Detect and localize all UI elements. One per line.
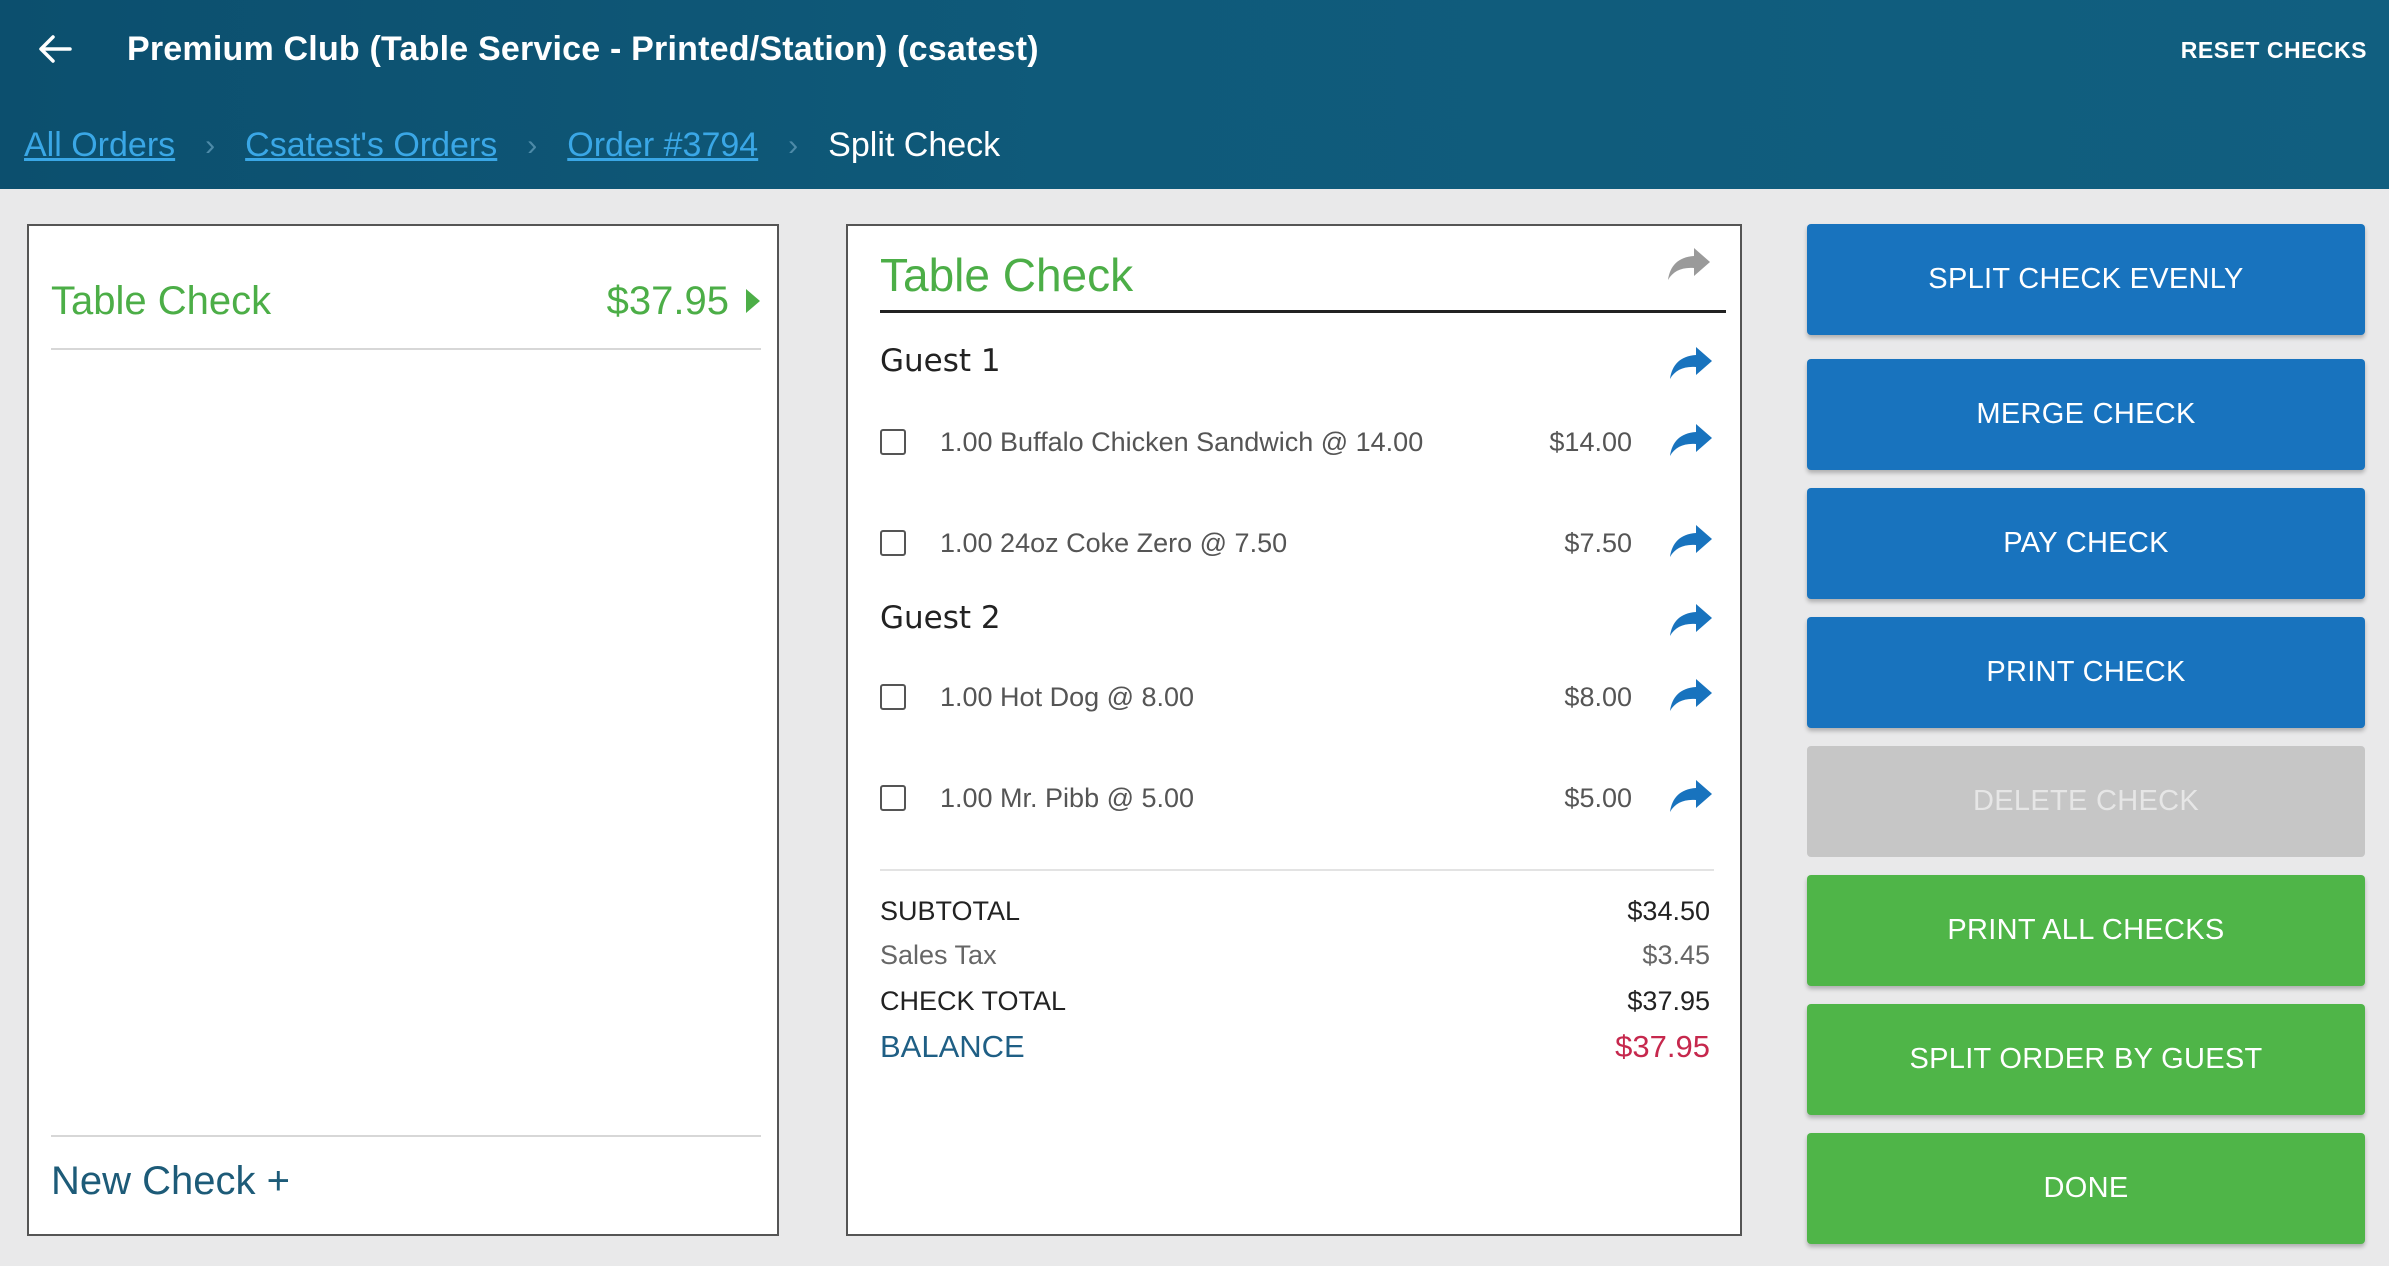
share-arrow-icon — [1670, 524, 1712, 557]
share-arrow-icon — [1670, 604, 1712, 636]
check-amount: $37.95 — [606, 278, 729, 323]
split-check-evenly-button[interactable]: SPLIT CHECK EVENLY — [1807, 224, 2365, 335]
breadcrumb-user-orders[interactable]: Csatest's Orders — [245, 126, 497, 165]
list-item: 1.00 Hot Dog @ 8.00 $8.00 — [880, 673, 1714, 721]
arrow-left-icon — [39, 35, 72, 63]
back-button[interactable] — [30, 24, 80, 74]
balance-label: BALANCE — [880, 1029, 1025, 1064]
guest-label: Guest 1 — [880, 343, 1001, 379]
item-price: $5.00 — [1564, 782, 1632, 813]
subtotal-label: SUBTOTAL — [880, 896, 1021, 926]
merge-check-button[interactable]: MERGE CHECK — [1807, 359, 2365, 470]
divider — [51, 1135, 761, 1137]
item-name: 1.00 24oz Coke Zero @ 7.50 — [940, 527, 1288, 558]
reset-checks-button[interactable]: RESET CHECKS — [2181, 37, 2367, 64]
check-name: Table Check — [51, 278, 272, 323]
check-detail-panel: Table Check Guest 1 1.00 Buffalo Chicken… — [846, 224, 1742, 1236]
balance-row: BALANCE $37.95 — [880, 1029, 1710, 1065]
breadcrumb: All Orders › Csatest's Orders › Order #3… — [24, 126, 1000, 165]
item-name: 1.00 Mr. Pibb @ 5.00 — [940, 782, 1195, 813]
check-total-row: CHECK TOTAL $37.95 — [880, 986, 1710, 1017]
breadcrumb-order[interactable]: Order #3794 — [567, 126, 758, 165]
guest-label: Guest 2 — [880, 600, 1001, 636]
print-all-checks-button[interactable]: PRINT ALL CHECKS — [1807, 875, 2365, 986]
item-checkbox[interactable] — [880, 429, 906, 455]
print-check-button[interactable]: PRINT CHECK — [1807, 617, 2365, 728]
tax-label: Sales Tax — [880, 940, 997, 970]
item-price: $7.50 — [1564, 527, 1632, 558]
title-divider — [880, 310, 1726, 313]
item-price: $14.00 — [1549, 426, 1632, 457]
chevron-right-icon: › — [527, 128, 538, 162]
caret-right-icon — [746, 289, 760, 313]
done-button[interactable]: DONE — [1807, 1133, 2365, 1244]
share-arrow-icon — [1670, 347, 1712, 379]
item-checkbox[interactable] — [880, 785, 906, 811]
move-guest-button[interactable] — [1668, 345, 1714, 386]
item-checkbox[interactable] — [880, 530, 906, 556]
list-item: 1.00 Buffalo Chicken Sandwich @ 14.00 $1… — [880, 418, 1714, 466]
move-check-button[interactable] — [1666, 246, 1712, 287]
item-checkbox[interactable] — [880, 684, 906, 710]
check-total-label: CHECK TOTAL — [880, 986, 1067, 1016]
split-order-by-guest-button[interactable]: SPLIT ORDER BY GUEST — [1807, 1004, 2365, 1115]
move-guest-button[interactable] — [1668, 602, 1714, 643]
check-title: Table Check — [880, 249, 1134, 301]
tax-row: Sales Tax $3.45 — [880, 940, 1710, 971]
list-item: 1.00 Mr. Pibb @ 5.00 $5.00 — [880, 774, 1714, 822]
delete-check-button: DELETE CHECK — [1807, 746, 2365, 857]
share-arrow-icon — [1670, 423, 1712, 456]
check-total-value: $37.95 — [1627, 986, 1710, 1016]
item-name: 1.00 Hot Dog @ 8.00 — [940, 681, 1195, 712]
chevron-right-icon: › — [788, 128, 799, 162]
share-arrow-icon — [1670, 678, 1712, 711]
pay-check-button[interactable]: PAY CHECK — [1807, 488, 2365, 599]
check-list-item[interactable]: Table Check $37.95 — [51, 266, 761, 336]
move-item-button[interactable] — [1668, 422, 1714, 463]
app-header: Premium Club (Table Service - Printed/St… — [0, 0, 2389, 189]
totals-divider — [880, 869, 1714, 871]
page-title: Premium Club (Table Service - Printed/St… — [127, 30, 1039, 68]
checks-list-panel: Table Check $37.95 New Check + — [27, 224, 779, 1236]
balance-value: $37.95 — [1615, 1029, 1710, 1064]
list-item: 1.00 24oz Coke Zero @ 7.50 $7.50 — [880, 519, 1714, 567]
item-name: 1.00 Buffalo Chicken Sandwich @ 14.00 — [940, 426, 1424, 457]
share-arrow-icon — [1668, 248, 1710, 280]
move-item-button[interactable] — [1668, 523, 1714, 564]
subtotal-value: $34.50 — [1627, 896, 1710, 926]
subtotal-row: SUBTOTAL $34.50 — [880, 896, 1710, 927]
chevron-right-icon: › — [205, 128, 216, 162]
move-item-button[interactable] — [1668, 778, 1714, 819]
tax-value: $3.45 — [1642, 940, 1710, 970]
share-arrow-icon — [1670, 779, 1712, 812]
item-price: $8.00 — [1564, 681, 1632, 712]
move-item-button[interactable] — [1668, 677, 1714, 718]
divider — [51, 348, 761, 350]
breadcrumb-current: Split Check — [828, 126, 1001, 164]
new-check-button[interactable]: New Check + — [51, 1159, 290, 1204]
breadcrumb-all-orders[interactable]: All Orders — [24, 126, 175, 165]
